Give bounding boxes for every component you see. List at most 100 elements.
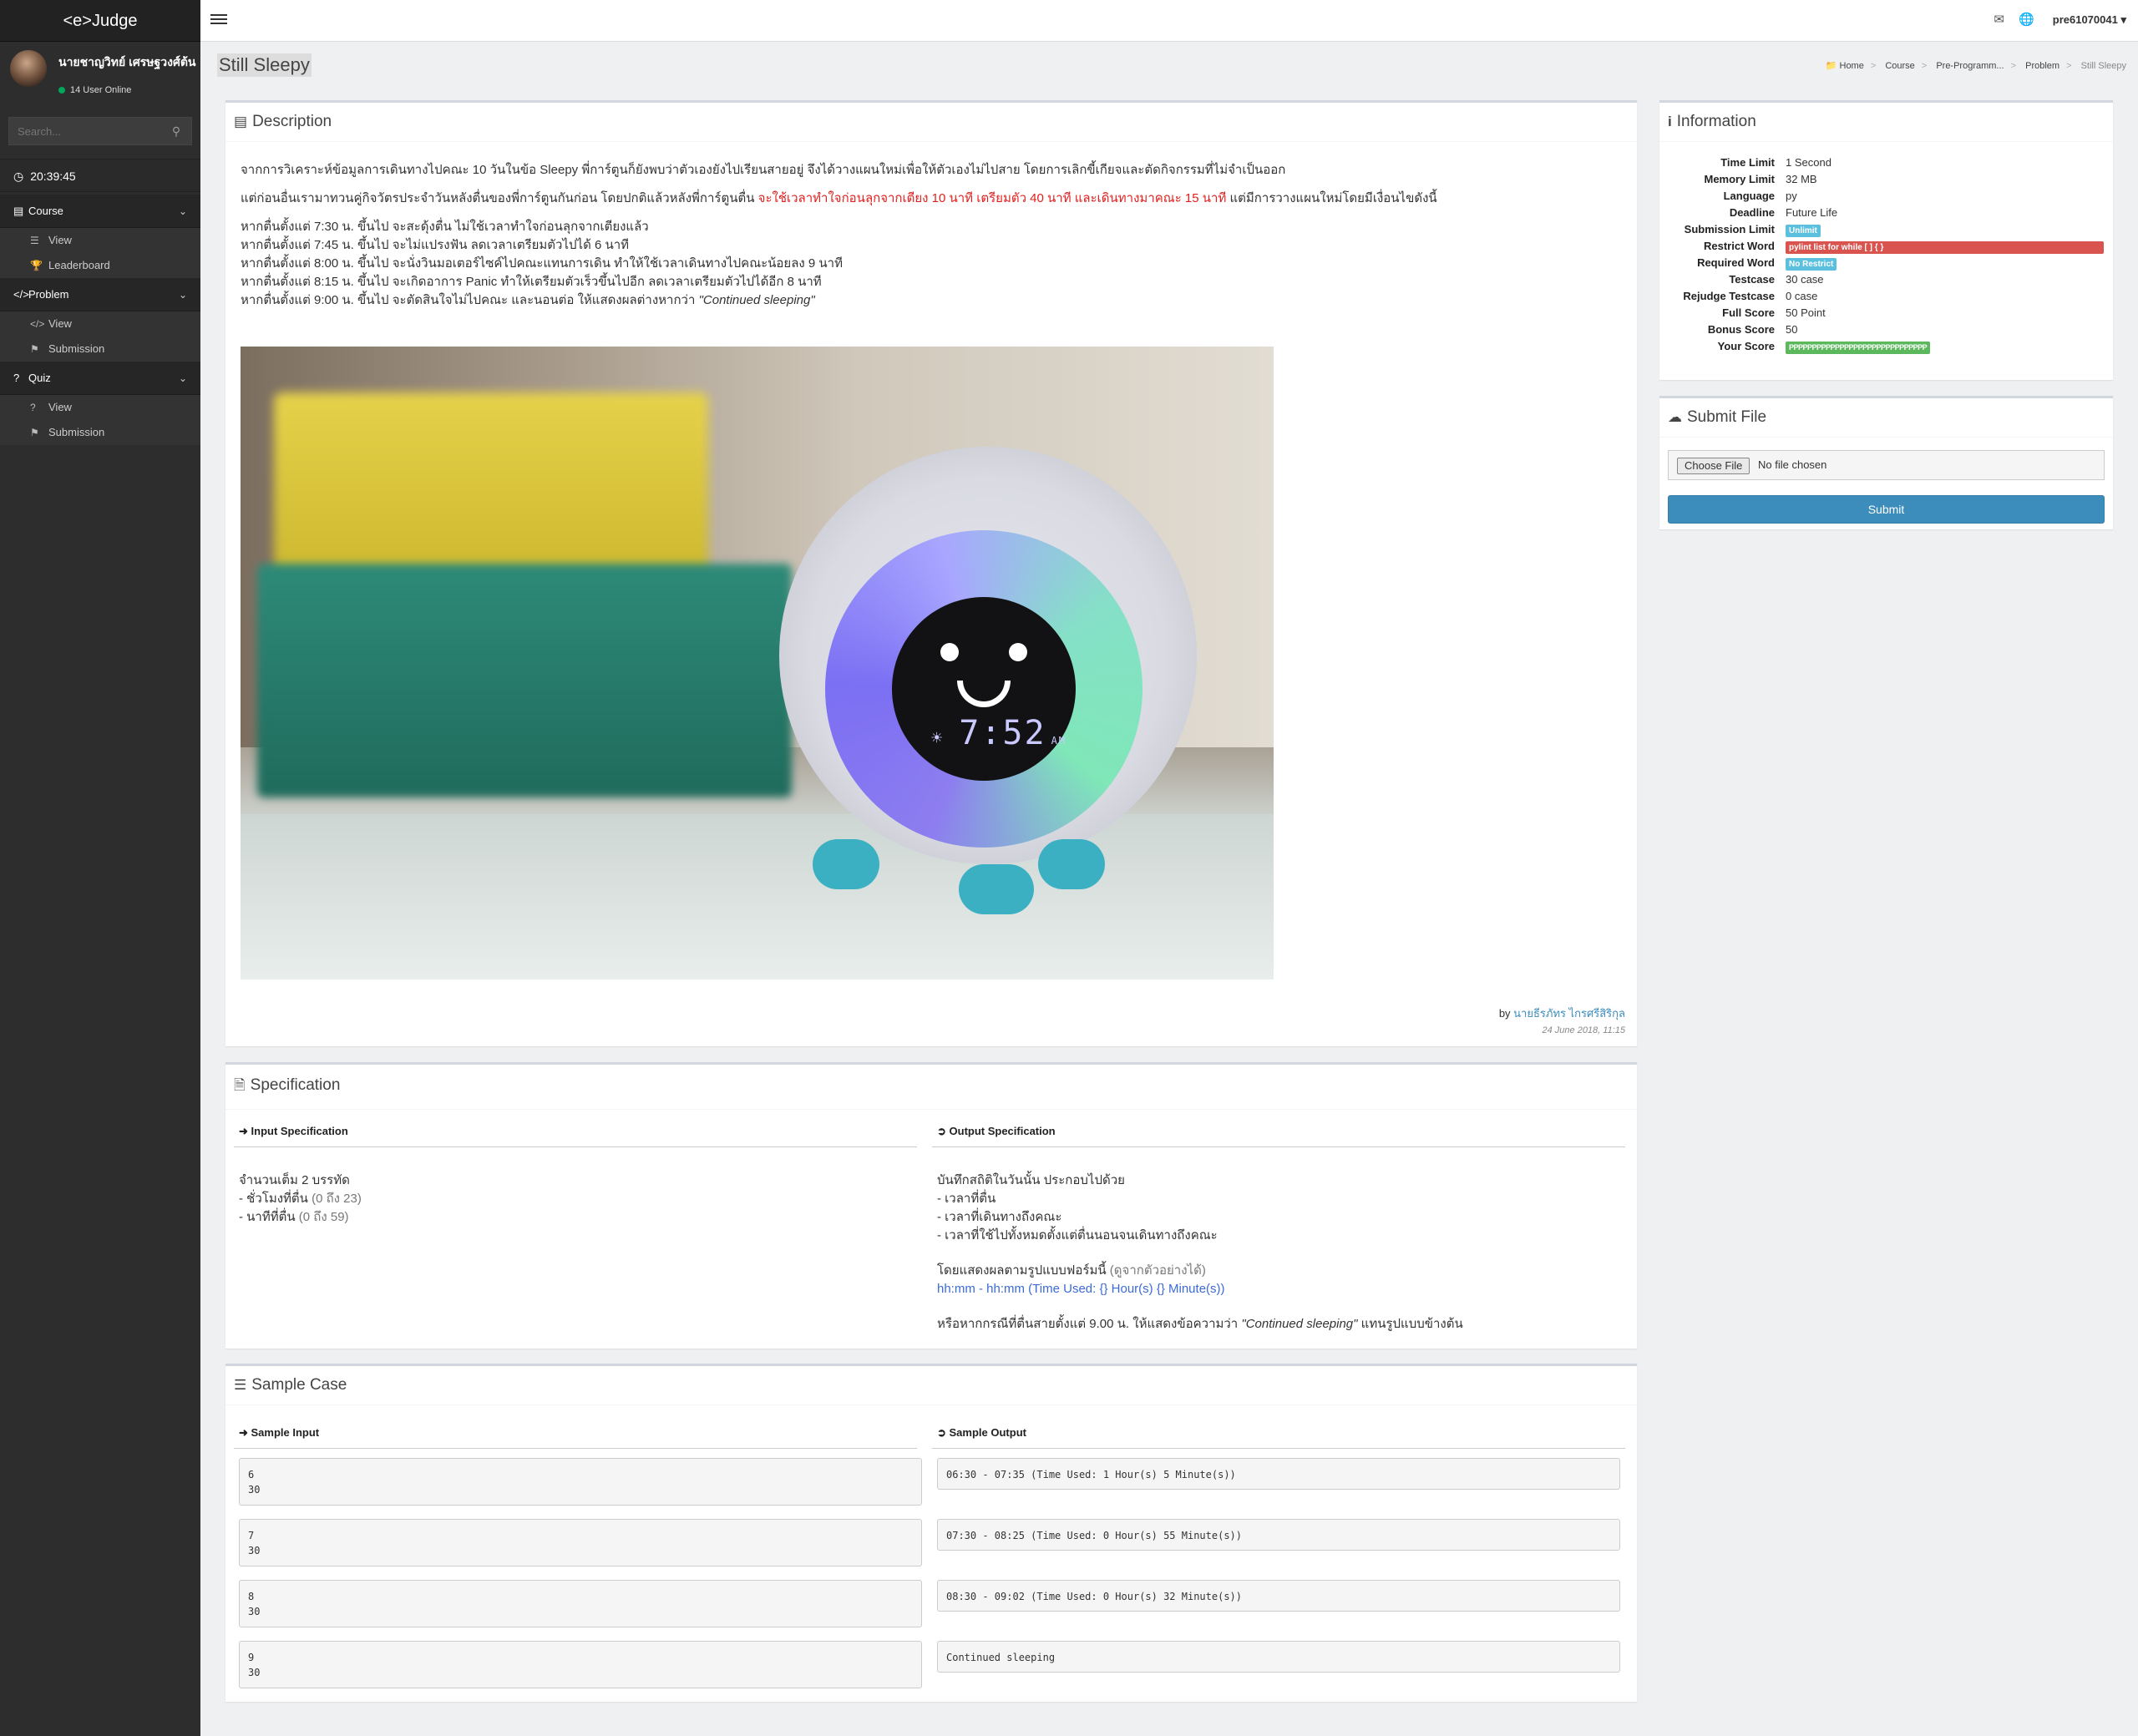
- sample-input-heading: ➜ Sample Input: [239, 1426, 319, 1440]
- info-icon: i: [1668, 114, 1672, 129]
- breadcrumb-preprogramming[interactable]: Pre-Programm...: [1936, 61, 2004, 71]
- menu-quiz-label: Quiz: [28, 372, 51, 384]
- mail-icon[interactable]: ✉: [1994, 12, 2004, 27]
- sample-input-3: 8 30: [239, 1580, 922, 1627]
- sidebar-item-problem-view[interactable]: </> View: [0, 311, 200, 337]
- breadcrumb-home[interactable]: Home: [1840, 61, 1864, 71]
- brand-logo[interactable]: <e>Judge: [0, 0, 200, 42]
- top-navbar: ✉ 🌐 pre61070041 ▾: [200, 0, 2138, 42]
- breadcrumb-current: Still Sleepy: [2080, 61, 2126, 71]
- submit-button[interactable]: Submit: [1668, 495, 2105, 524]
- user-menu-label: pre61070041: [2052, 13, 2118, 26]
- sidebar-item-label: Submission: [48, 426, 105, 438]
- text: โดยแสดงผลตามรูปแบบฟอร์มนี้: [937, 1263, 1110, 1278]
- info-key: Deadline: [1729, 206, 1775, 219]
- info-value: 50: [1786, 323, 1798, 336]
- sample-output-4: Continued sleeping: [937, 1641, 1620, 1673]
- submission-limit-badge: Unlimit: [1786, 225, 1821, 237]
- info-key: Language: [1723, 190, 1775, 202]
- course-icon: ▤: [13, 205, 24, 217]
- info-key: Submission Limit: [1684, 223, 1775, 235]
- spec-line: โดยแสดงผลตามรูปแบบฟอร์มนี้ (ดูจากตัวอย่า…: [937, 1262, 1622, 1280]
- sidebar-item-quiz-submission[interactable]: ⚑ Submission: [0, 420, 200, 445]
- clock-display-ampm: AM: [1051, 735, 1067, 747]
- file-icon: 🗎: [234, 1077, 246, 1093]
- list-icon: ☰: [30, 235, 39, 246]
- emphasis-text: "Continued sleeping": [698, 293, 815, 307]
- clock: ◷ 20:39:45: [0, 159, 200, 192]
- sidebar-item-problem-submission[interactable]: ⚑ Submission: [0, 337, 200, 362]
- info-value: 1 Second: [1786, 156, 1831, 169]
- info-value: 30 case: [1786, 273, 1824, 286]
- info-value: 32 MB: [1786, 173, 1817, 185]
- clock-display-time: 7:52: [959, 714, 1046, 752]
- clock-icon: ◷: [13, 170, 24, 183]
- menu-quiz[interactable]: ? Quiz ⌄: [0, 362, 200, 395]
- cloud-upload-icon: ☁: [1668, 409, 1682, 425]
- search-input[interactable]: [9, 118, 164, 144]
- info-key: Rejudge Testcase: [1683, 290, 1775, 302]
- sample-input-1: 6 30: [239, 1458, 922, 1506]
- menu-course-label: Course: [28, 205, 63, 217]
- sidebar-item-course-view[interactable]: ☰ View: [0, 228, 200, 253]
- submit-file-title: Submit File: [1687, 408, 1767, 426]
- breadcrumb-course[interactable]: Course: [1885, 61, 1914, 71]
- output-spec-heading: ➲ Output Specification: [937, 1125, 1056, 1138]
- input-spec-label: Input Specification: [251, 1125, 348, 1137]
- text: แต่ก่อนอื่นเรามาทวนคู่กิจวัตรประจำวันหลั…: [241, 191, 758, 205]
- text: หากตื่นตั้งแต่ 9:00 น. ขึ้นไป จะตัดสินใจ…: [241, 293, 699, 307]
- sidebar-item-label: View: [48, 317, 72, 330]
- menu-problem[interactable]: </>Problem ⌄: [0, 278, 200, 311]
- author-link[interactable]: นายธีรภัทร ไกรศรีสิริกุล: [1513, 1007, 1625, 1020]
- search-icon[interactable]: ⚲: [161, 118, 191, 144]
- list-alt-icon: ▤: [234, 114, 248, 129]
- spec-line: - เวลาที่ใช้ไปทั้งหมดตั้งแต่ตื่นนอนจนเดิ…: [937, 1228, 1218, 1243]
- highlight-text: จะใช้เวลาทำใจก่อนลุกจากเตียง 10 นาที เตร…: [757, 191, 1227, 205]
- chevron-down-icon: ⌄: [178, 289, 187, 301]
- input-spec-heading: ➜ Input Specification: [239, 1125, 348, 1138]
- menu-course[interactable]: ▤ Course ⌄: [0, 195, 200, 228]
- sidebar-item-label: Leaderboard: [48, 259, 110, 271]
- text: แทนรูปแบบข้างต้น: [1357, 1317, 1463, 1331]
- user-menu[interactable]: pre61070041 ▾: [2053, 13, 2126, 27]
- hamburger-menu-icon[interactable]: [210, 12, 227, 28]
- text: แต่มีการวางแผนใหม่โดยมีเงื่อนไขดังนี้: [1226, 191, 1437, 205]
- description-text: จากการวิเคราะห์ข้อมูลการเดินทางไปคณะ 10 …: [241, 161, 1619, 310]
- description-paragraph: จากการวิเคราะห์ข้อมูลการเดินทางไปคณะ 10 …: [241, 163, 1286, 177]
- description-box: ▤ Description จากการวิเคราะห์ข้อมูลการเดิ…: [225, 100, 1637, 1046]
- range-text: (0 ถึง 59): [298, 1210, 349, 1224]
- spec-line: - เวลาที่เดินทางถึงคณะ: [937, 1210, 1062, 1224]
- sample-case-title: Sample Case: [251, 1376, 347, 1394]
- input-spec-body: จำนวนเต็ม 2 บรรทัด - ชั่วโมงที่ตื่น (0 ถ…: [239, 1172, 915, 1227]
- flag-icon: ⚑: [30, 427, 39, 438]
- user-name: นายชาญวิทย์ เศรษฐวงศ์ต้น: [58, 55, 196, 68]
- file-input[interactable]: Choose File No file chosen: [1668, 450, 2105, 480]
- score-badge: PPPPPPPPPPPPPPPPPPPPPPPPPPPPPP: [1786, 342, 1931, 354]
- post-date: 24 June 2018, 11:15: [1542, 1025, 1626, 1035]
- sign-in-icon: ➜: [239, 1125, 251, 1137]
- globe-icon[interactable]: 🌐: [2019, 12, 2034, 27]
- sidebar-item-leaderboard[interactable]: 🏆 Leaderboard: [0, 253, 200, 278]
- spec-line: - เวลาที่ตื่น: [937, 1192, 996, 1206]
- author-prefix: by: [1498, 1007, 1514, 1020]
- emphasis-text: "Continued sleeping": [1241, 1317, 1358, 1331]
- breadcrumb: 📁 Home > Course > Pre-Programm... > Problem…: [1825, 61, 2126, 71]
- problem-image: ☀ 7:52 AM: [241, 347, 1274, 979]
- page-title: Still Sleepy: [217, 53, 312, 77]
- info-key: Restrict Word: [1704, 240, 1775, 252]
- sidebar-item-label: View: [48, 401, 72, 413]
- choose-file-button[interactable]: Choose File: [1677, 458, 1750, 474]
- breadcrumb-problem[interactable]: Problem: [2025, 61, 2059, 71]
- online-count: 14 User Online: [70, 85, 132, 95]
- file-status: No file chosen: [1758, 458, 1827, 471]
- list-ol-icon: ☰: [234, 1377, 247, 1393]
- submit-file-box: ☁ Submit File Choose File No file chosen …: [1659, 396, 2113, 529]
- chevron-down-icon: ⌄: [178, 205, 187, 217]
- restrict-word-badge: pylint list for while [ ] { }: [1786, 241, 2104, 254]
- info-key: Memory Limit: [1704, 173, 1775, 185]
- spec-line: - นาทีที่ตื่น (0 ถึง 59): [239, 1208, 915, 1227]
- sidebar-item-quiz-view[interactable]: ? View: [0, 395, 200, 420]
- info-value: 0 case: [1786, 290, 1818, 302]
- caret-down-icon: ▾: [2120, 13, 2126, 26]
- sample-output-2: 07:30 - 08:25 (Time Used: 0 Hour(s) 55 M…: [937, 1519, 1620, 1551]
